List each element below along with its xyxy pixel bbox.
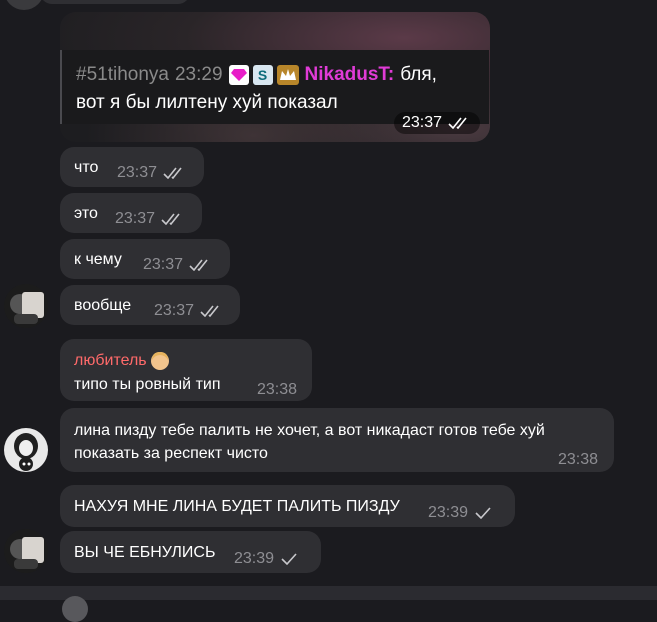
message-bubble[interactable]: к чему 23:37 bbox=[60, 239, 230, 279]
message-meta: 23:37 bbox=[115, 210, 185, 228]
media-time-text: 23:37 bbox=[401, 114, 442, 131]
message-text: ВЫ ЧЕ ЕБНУЛИСЬ bbox=[74, 544, 216, 561]
message-bubble[interactable]: вообще 23:37 bbox=[60, 285, 240, 325]
message-text: это bbox=[74, 205, 98, 222]
message-meta: 23:37 bbox=[154, 302, 224, 320]
sender-name[interactable]: любитель bbox=[74, 352, 147, 370]
message-bubble[interactable]: лина пизду тебе палить не хочет, а вот н… bbox=[60, 408, 614, 472]
message-bubble[interactable]: что 23:37 bbox=[60, 147, 204, 187]
message-time: 23:37 bbox=[143, 256, 184, 273]
message-bubble[interactable]: ВЫ ЧЕ ЕБНУЛИСЬ 23:39 bbox=[60, 531, 321, 573]
double-check-icon bbox=[189, 259, 208, 271]
double-check-icon bbox=[448, 117, 467, 129]
reply-username: #51tihonya bbox=[76, 64, 169, 85]
double-check-icon bbox=[161, 213, 180, 225]
message-meta: 23:37 bbox=[143, 256, 213, 274]
message-bubble[interactable]: НАХУЯ МНЕ ЛИНА БУДЕТ ПАЛИТЬ ПИЗДУ 23:39 bbox=[60, 485, 515, 527]
bottom-bar bbox=[0, 586, 657, 622]
check-icon bbox=[281, 553, 297, 565]
message-time: 23:39 bbox=[428, 504, 469, 521]
crown-badge-icon bbox=[276, 65, 299, 85]
message-time: 23:37 bbox=[117, 164, 158, 181]
double-check-icon bbox=[163, 167, 182, 179]
message-text: к чему bbox=[74, 251, 122, 268]
message-text-line1: лина пизду тебе палить не хочет, а вот н… bbox=[74, 422, 545, 439]
message-bubble-partial bbox=[40, 0, 190, 4]
message-meta: 23:37 bbox=[117, 164, 187, 182]
message-time: 23:38 bbox=[257, 381, 298, 398]
message-meta: 23:39 bbox=[428, 504, 492, 522]
message-text: что bbox=[74, 159, 99, 176]
message-bubble[interactable]: любитель типо ты ровный тип 23:38 bbox=[60, 339, 312, 401]
media-timestamp: 23:37 bbox=[393, 112, 480, 134]
avatar[interactable] bbox=[4, 428, 48, 472]
reply-header: #51tihonya 23:29 S NikadusT: бля, bbox=[76, 64, 437, 86]
message-time: 23:37 bbox=[154, 302, 195, 319]
message-text: вообще bbox=[74, 297, 132, 314]
s-badge-icon: S bbox=[252, 65, 273, 85]
avatar[interactable] bbox=[4, 284, 48, 328]
check-icon bbox=[475, 507, 491, 519]
reply-text-line1: бля, bbox=[400, 64, 437, 85]
message-time: 23:38 bbox=[558, 451, 599, 468]
message-time: 23:39 bbox=[234, 550, 275, 567]
sender-header: любитель bbox=[74, 351, 170, 371]
reply-timestamp: 23:29 bbox=[174, 64, 223, 85]
double-check-icon bbox=[200, 305, 219, 317]
reply-nickname: NikadusT: bbox=[304, 64, 395, 85]
media-message[interactable]: #51tihonya 23:29 S NikadusT: бля, вот я … bbox=[60, 12, 490, 142]
diamond-badge-icon bbox=[228, 65, 249, 85]
message-bubble[interactable]: это 23:37 bbox=[60, 193, 202, 233]
message-text: НАХУЯ МНЕ ЛИНА БУДЕТ ПАЛИТЬ ПИЗДУ bbox=[74, 498, 400, 515]
message-text-line2: показать за респект чисто bbox=[74, 445, 268, 462]
message-meta: 23:39 bbox=[234, 550, 298, 568]
reply-text-line2: вот я бы лилтену хуй показал bbox=[76, 92, 338, 113]
emoji-icon bbox=[150, 352, 169, 370]
message-time: 23:37 bbox=[115, 210, 156, 227]
message-text: типо ты ровный тип bbox=[74, 376, 221, 393]
avatar-partial[interactable] bbox=[4, 0, 44, 10]
avatar[interactable] bbox=[4, 529, 48, 573]
